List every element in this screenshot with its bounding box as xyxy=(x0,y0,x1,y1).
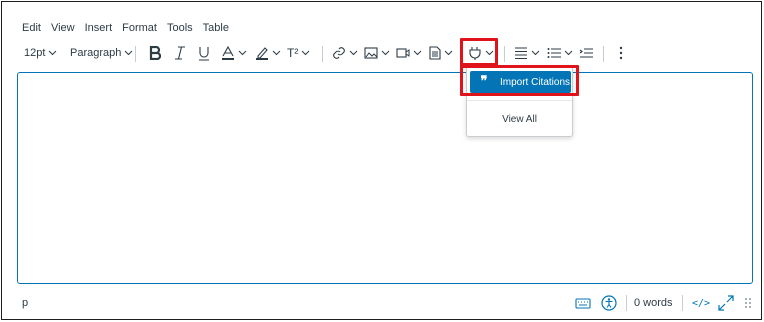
font-size-value: 12pt xyxy=(24,47,46,59)
menu-tools[interactable]: Tools xyxy=(167,20,193,36)
more-options-icon xyxy=(619,46,623,60)
indent-icon xyxy=(579,48,593,58)
chevron-down-icon xyxy=(301,50,310,56)
chevron-down-icon xyxy=(444,50,453,56)
import-citations-menu-item[interactable]: ❞ Import Citations xyxy=(470,71,571,93)
view-all-menu-item[interactable]: View All xyxy=(467,114,572,125)
chevron-down-icon xyxy=(49,50,57,56)
media-button[interactable] xyxy=(396,38,422,68)
more-options-button[interactable] xyxy=(619,38,623,68)
text-color-icon xyxy=(222,45,234,60)
toolbar-divider xyxy=(322,46,323,62)
block-format-value: Paragraph xyxy=(70,47,122,59)
element-path[interactable]: p xyxy=(22,297,28,309)
chevron-down-icon xyxy=(381,50,390,56)
menu-table[interactable]: Table xyxy=(203,20,229,36)
chevron-down-icon xyxy=(238,50,247,56)
document-icon xyxy=(429,46,441,60)
italic-button[interactable] xyxy=(174,38,186,68)
align-icon xyxy=(515,47,527,59)
highlight-color-icon xyxy=(256,46,268,60)
underline-button[interactable] xyxy=(198,38,210,68)
chevron-down-icon xyxy=(413,50,422,56)
resize-handle[interactable] xyxy=(744,294,752,312)
underline-icon xyxy=(199,46,209,61)
word-count[interactable]: 0 words xyxy=(634,294,673,312)
text-color-button[interactable] xyxy=(221,38,247,68)
bold-button[interactable] xyxy=(149,38,161,68)
keyboard-shortcuts-button[interactable] xyxy=(575,294,591,312)
status-divider xyxy=(682,295,683,311)
toolbar: 12pt Paragraph T² xyxy=(2,38,761,68)
toolbar-divider xyxy=(603,46,604,62)
import-citations-label: Import Citations xyxy=(500,76,571,88)
fullscreen-icon xyxy=(718,295,734,311)
superscript-button[interactable]: T² xyxy=(287,38,310,68)
toolbar-divider xyxy=(504,46,505,62)
indent-button[interactable] xyxy=(579,38,593,68)
link-icon xyxy=(333,47,345,59)
menu-format[interactable]: Format xyxy=(122,20,157,36)
chevron-down-icon xyxy=(349,50,358,56)
menubar: Edit View Insert Format Tools Table xyxy=(22,20,229,36)
superscript-icon: T² xyxy=(287,46,299,60)
menu-insert[interactable]: Insert xyxy=(85,20,113,36)
menu-edit[interactable]: Edit xyxy=(22,20,41,36)
document-button[interactable] xyxy=(429,38,453,68)
apps-dropdown-menu: ❞ Import Citations View All xyxy=(466,65,573,137)
accessibility-checker-button[interactable] xyxy=(601,294,617,312)
keyboard-icon xyxy=(575,298,591,309)
link-button[interactable] xyxy=(332,38,358,68)
list-button[interactable] xyxy=(547,38,573,68)
bullet-list-icon xyxy=(547,48,561,58)
menu-divider xyxy=(467,100,572,101)
image-button[interactable] xyxy=(364,38,390,68)
bold-icon xyxy=(149,46,161,60)
block-format-select[interactable]: Paragraph xyxy=(70,38,133,68)
chevron-down-icon xyxy=(272,50,281,56)
status-divider xyxy=(626,295,627,311)
fullscreen-button[interactable] xyxy=(718,294,734,312)
image-icon xyxy=(364,47,378,59)
align-button[interactable] xyxy=(514,38,540,68)
status-bar: p 0 words </> xyxy=(2,290,761,316)
apps-plugin-icon xyxy=(469,47,481,60)
chevron-down-icon xyxy=(125,50,133,56)
html-editor-toggle[interactable]: </> xyxy=(692,294,710,312)
toolbar-divider xyxy=(135,46,136,62)
chevron-down-icon xyxy=(531,50,540,56)
font-size-select[interactable]: 12pt xyxy=(24,38,57,68)
highlight-color-button[interactable] xyxy=(255,38,281,68)
chevron-down-icon xyxy=(485,50,494,56)
italic-icon xyxy=(175,46,185,60)
apps-button[interactable] xyxy=(468,38,494,68)
quote-icon: ❞ xyxy=(480,74,488,89)
chevron-down-icon xyxy=(564,50,573,56)
drag-handle-icon xyxy=(745,298,751,308)
media-icon xyxy=(396,48,410,58)
rich-text-editor: Edit View Insert Format Tools Table 12pt… xyxy=(1,1,762,320)
accessibility-icon xyxy=(601,295,617,311)
menu-view[interactable]: View xyxy=(51,20,75,36)
editor-content-area[interactable] xyxy=(17,72,753,284)
